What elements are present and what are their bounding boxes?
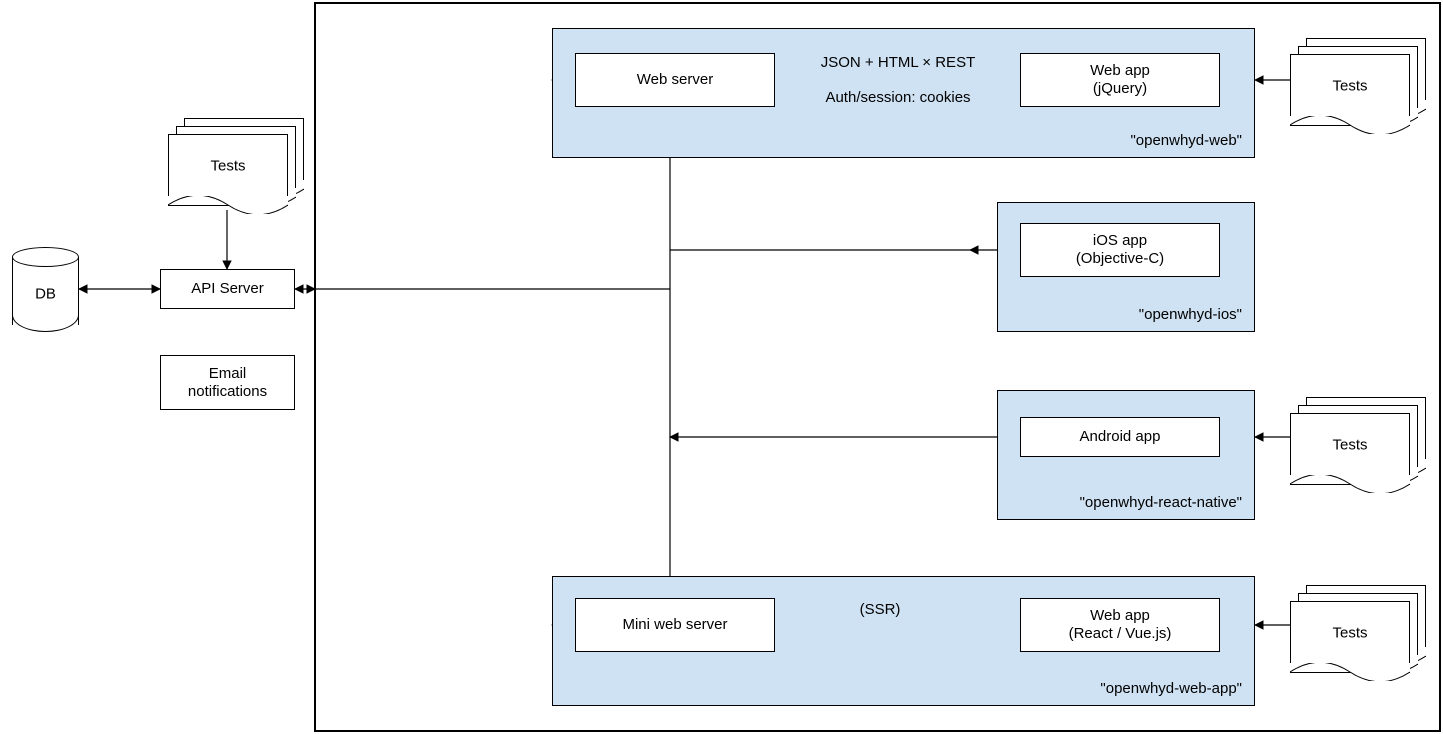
conn-json-html-rest: JSON + HTML × REST xyxy=(821,54,975,72)
web-app-jquery-box: Web app (jQuery) xyxy=(1020,53,1220,107)
tests-label: Tests xyxy=(1332,624,1367,641)
db-cylinder: DB xyxy=(12,247,79,332)
email-notifications-box: Email notifications xyxy=(160,355,295,410)
android-app-label: Android app xyxy=(1080,428,1161,446)
panel-label-android: "openwhyd-react-native" xyxy=(1080,494,1242,511)
web-server-box: Web server xyxy=(575,53,775,107)
web-app-jquery-label: Web app (jQuery) xyxy=(1090,62,1150,98)
tests-label: Tests xyxy=(210,157,245,174)
api-server-box: API Server xyxy=(160,269,295,309)
panel-label-webapp: "openwhyd-web-app" xyxy=(1100,680,1242,697)
panel-label-ios: "openwhyd-ios" xyxy=(1139,306,1242,323)
email-notifications-label: Email notifications xyxy=(188,365,267,401)
panel-label-web: "openwhyd-web" xyxy=(1130,132,1242,149)
api-server-label: API Server xyxy=(191,280,264,298)
web-server-label: Web server xyxy=(637,71,713,89)
conn-ssr: (SSR) xyxy=(860,601,901,619)
ios-app-box: iOS app (Objective-C) xyxy=(1020,223,1220,277)
tests-label: Tests xyxy=(1332,77,1367,94)
mini-web-server-box: Mini web server xyxy=(575,598,775,652)
conn-auth-cookies: Auth/session: cookies xyxy=(825,89,970,107)
ios-app-label: iOS app (Objective-C) xyxy=(1076,232,1164,268)
web-app-react-label: Web app (React / Vue.js) xyxy=(1069,607,1172,643)
mini-web-server-label: Mini web server xyxy=(622,616,727,634)
android-app-box: Android app xyxy=(1020,417,1220,457)
web-app-react-box: Web app (React / Vue.js) xyxy=(1020,598,1220,652)
tests-label: Tests xyxy=(1332,436,1367,453)
db-label: DB xyxy=(35,285,56,302)
